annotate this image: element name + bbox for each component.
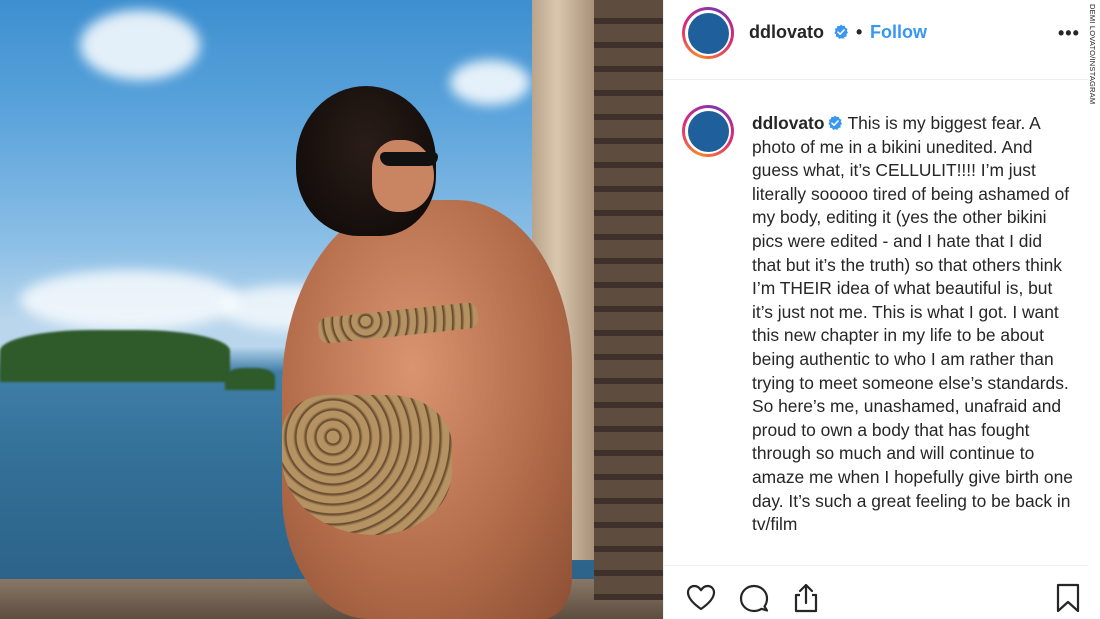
verified-badge-icon [834,24,848,39]
verified-badge-icon [828,115,843,130]
post-photo[interactable] [0,0,663,619]
photo-face [372,140,434,212]
avatar-image [687,12,729,54]
share-button[interactable] [790,582,822,614]
avatar[interactable] [682,7,734,59]
caption-text: This is my biggest fear. A photo of me i… [752,113,1073,535]
photo-shutter [594,0,663,600]
avatar-image [687,110,729,152]
caption-comment: ddlovato This is my biggest fear. A phot… [664,80,1088,565]
avatar[interactable] [682,105,734,157]
photo-sunglasses [380,152,438,166]
photo-cloud [80,10,200,80]
photo-treeline [0,330,230,382]
username-link[interactable]: ddlovato [749,22,824,43]
heart-icon [686,584,716,611]
comment-button[interactable] [738,582,770,614]
post-action-bar [664,565,1088,619]
post-side-panel: ddlovato • Follow ••• ddlovato This is m… [663,0,1088,619]
photo-cloud [450,60,530,105]
comment-bubble-icon [739,584,769,613]
more-options-icon[interactable]: ••• [1058,24,1080,42]
caption-username-link[interactable]: ddlovato [752,113,824,133]
separator-dot: • [856,22,863,42]
share-icon [794,583,818,613]
caption-text-block: ddlovato This is my biggest fear. A phot… [752,112,1074,537]
photo-cloud [20,270,240,330]
photo-islet [225,368,275,390]
follow-button[interactable]: Follow [870,22,927,43]
like-button[interactable] [685,582,717,614]
bookmark-icon [1056,583,1080,613]
photo-credit: DEMI LOVATO/INSTAGRAM [1088,4,1097,105]
save-button[interactable] [1052,582,1084,614]
post-header: ddlovato • Follow ••• [664,0,1088,80]
